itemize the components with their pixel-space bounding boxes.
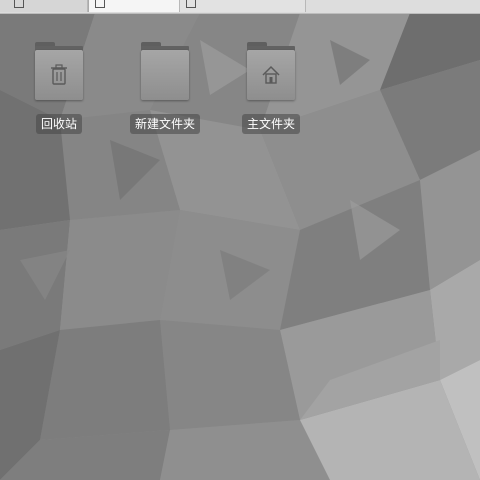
- taskbar-button-document[interactable]: [180, 0, 306, 12]
- trash-icon: [35, 50, 83, 100]
- desktop-icon-new-folder[interactable]: 新建文件夹: [125, 40, 205, 134]
- document-icon: [95, 0, 105, 8]
- desktop-screen: 回收站 新建文件夹 主文件夹: [0, 0, 480, 480]
- desktop-icon-label: 新建文件夹: [129, 114, 200, 134]
- home-folder-icon: [247, 40, 295, 100]
- folder-icon: [141, 40, 189, 100]
- taskbar-button-document-active[interactable]: [88, 0, 180, 12]
- window-icon: [14, 0, 24, 8]
- taskbar-button-window[interactable]: [0, 0, 88, 12]
- desktop-icon-label: 回收站: [35, 114, 82, 134]
- home-icon: [247, 50, 295, 100]
- top-taskbar: [0, 0, 480, 14]
- document-icon: [186, 0, 196, 8]
- trash-folder-icon: [35, 40, 83, 100]
- taskbar-empty-area: [306, 0, 480, 13]
- desktop-icon-label: 主文件夹: [241, 114, 300, 134]
- desktop-icon-home-folder[interactable]: 主文件夹: [231, 40, 311, 134]
- desktop-icon-trash[interactable]: 回收站: [19, 40, 99, 134]
